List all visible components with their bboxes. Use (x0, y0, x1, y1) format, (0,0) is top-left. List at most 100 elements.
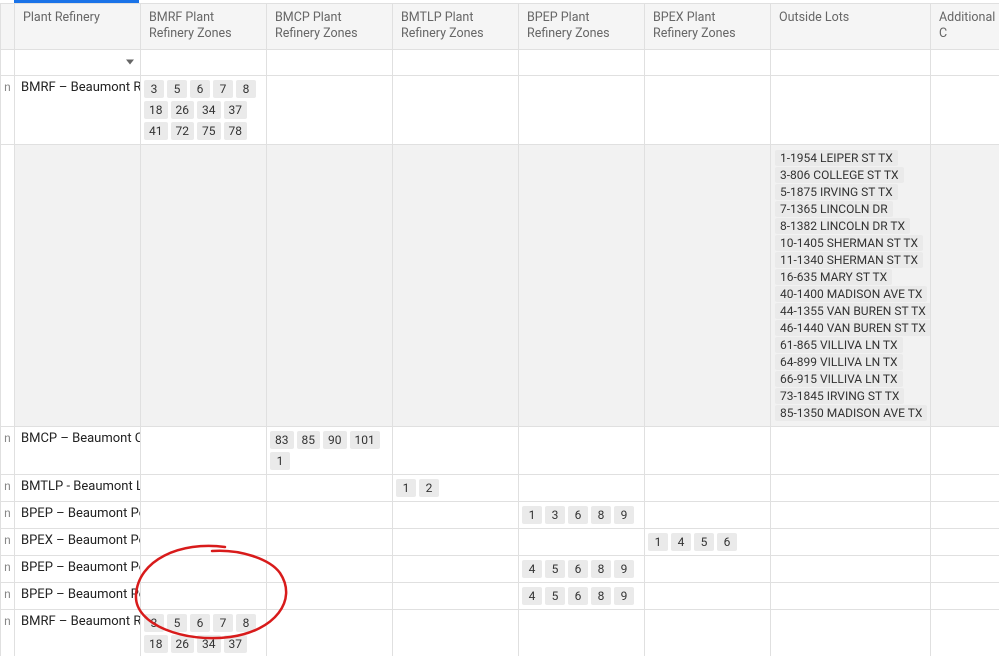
header-bmrf[interactable]: BMRF Plant Refinery Zones (141, 4, 267, 50)
cell-additional[interactable] (931, 75, 999, 144)
cell-outside-lots[interactable] (771, 528, 931, 555)
zone-chip[interactable]: 4 (671, 533, 691, 551)
zone-chip[interactable]: 5 (545, 560, 565, 578)
cell-bpep[interactable] (519, 474, 645, 501)
cell-bmtlp[interactable] (393, 501, 519, 528)
cell-additional[interactable] (931, 609, 999, 656)
header-bpex[interactable]: BPEX Plant Refinery Zones (645, 4, 771, 50)
lot-chip[interactable]: 16-635 MARY ST TX (775, 269, 892, 285)
cell-bmcp[interactable] (267, 609, 393, 656)
cell-bmrf[interactable] (141, 528, 267, 555)
cell-bmcp[interactable] (267, 144, 393, 426)
filter-bmcp[interactable] (267, 49, 393, 75)
zone-chip[interactable]: 8 (236, 614, 256, 632)
cell-outside-lots[interactable] (771, 582, 931, 609)
zone-chip[interactable]: 41 (144, 122, 168, 140)
zone-chip[interactable]: 1 (396, 479, 416, 497)
cell-additional[interactable] (931, 582, 999, 609)
zone-chip[interactable]: 90 (323, 431, 347, 449)
zone-chip[interactable]: 37 (224, 635, 248, 653)
lot-chip[interactable]: 10-1405 SHERMAN ST TX (775, 235, 923, 251)
zone-chip[interactable]: 101 (350, 431, 380, 449)
zone-chip[interactable]: 3 (144, 80, 164, 98)
zone-chip[interactable]: 4 (522, 587, 542, 605)
zone-chip[interactable]: 5 (545, 587, 565, 605)
plant-cell[interactable]: BMCP – Beaumont Che (15, 426, 141, 474)
zone-chip[interactable]: 5 (167, 80, 187, 98)
cell-bmcp[interactable] (267, 582, 393, 609)
cell-bmrf[interactable] (141, 426, 267, 474)
cell-bpep[interactable] (519, 609, 645, 656)
cell-bmrf[interactable] (141, 555, 267, 582)
cell-outside-lots[interactable] (771, 474, 931, 501)
cell-bpep[interactable] (519, 426, 645, 474)
zone-chip[interactable]: 18 (144, 635, 168, 653)
cell-bmcp[interactable] (267, 75, 393, 144)
zone-chip[interactable]: 26 (171, 101, 195, 119)
cell-bpep[interactable] (519, 144, 645, 426)
lot-chip[interactable]: 5-1875 IRVING ST TX (775, 184, 898, 200)
cell-bmtlp[interactable] (393, 75, 519, 144)
zone-chip[interactable]: 78 (224, 122, 248, 140)
cell-bmrf[interactable] (141, 501, 267, 528)
cell-bpex[interactable] (645, 501, 771, 528)
plant-cell[interactable]: BPEX – Beaumont Poly (15, 528, 141, 555)
cell-additional[interactable] (931, 528, 999, 555)
zone-chip[interactable]: 1 (522, 506, 542, 524)
zone-chip[interactable]: 3 (545, 506, 565, 524)
lot-chip[interactable]: 46-1440 VAN BUREN ST TX (775, 320, 931, 336)
zone-chip[interactable]: 9 (614, 587, 634, 605)
cell-bpex[interactable] (645, 582, 771, 609)
cell-bmcp[interactable] (267, 528, 393, 555)
zone-chip[interactable]: 8 (591, 587, 611, 605)
filter-bpex[interactable] (645, 49, 771, 75)
cell-bmrf[interactable]: 356781826343741727578949596 (141, 609, 267, 656)
plant-cell[interactable]: BMRF – Beaumont Ref (15, 609, 141, 656)
cell-outside-lots[interactable] (771, 609, 931, 656)
header-bmtlp[interactable]: BMTLP Plant Refinery Zones (393, 4, 519, 50)
zone-chip[interactable]: 8 (236, 80, 256, 98)
cell-bpep[interactable]: 45689 (519, 582, 645, 609)
header-bpep[interactable]: BPEP Plant Refinery Zones (519, 4, 645, 50)
zone-chip[interactable]: 34 (197, 635, 221, 653)
cell-bpep[interactable] (519, 528, 645, 555)
lot-chip[interactable]: 73-1845 IRVING ST TX (775, 388, 904, 404)
header-outside[interactable]: Outside Lots (771, 4, 931, 50)
lot-chip[interactable]: 61-865 VILLIVA LN TX (775, 337, 903, 353)
plant-filter-cell[interactable] (15, 49, 141, 75)
cell-bpex[interactable] (645, 609, 771, 656)
cell-bmtlp[interactable] (393, 582, 519, 609)
cell-bpep[interactable]: 13689 (519, 501, 645, 528)
cell-additional[interactable] (931, 501, 999, 528)
cell-outside-lots[interactable] (771, 75, 931, 144)
zone-chip[interactable]: 6 (568, 560, 588, 578)
zone-chip[interactable]: 9 (614, 560, 634, 578)
cell-bpex[interactable] (645, 555, 771, 582)
zone-chip[interactable]: 6 (717, 533, 737, 551)
zone-chip[interactable]: 4 (522, 560, 542, 578)
filter-bmtlp[interactable] (393, 49, 519, 75)
cell-outside-lots[interactable] (771, 426, 931, 474)
cell-bmtlp[interactable] (393, 609, 519, 656)
header-plant[interactable]: Plant Refinery (15, 4, 141, 50)
cell-outside-lots[interactable]: 1-1954 LEIPER ST TX3-806 COLLEGE ST TX5-… (771, 144, 931, 426)
cell-bpep[interactable] (519, 75, 645, 144)
lot-chip[interactable]: 85-1350 MADISON AVE TX (775, 405, 927, 421)
lot-chip[interactable]: 44-1355 VAN BUREN ST TX (775, 303, 931, 319)
plant-cell[interactable]: BMRF – Beaumont Ref (15, 75, 141, 144)
header-bmcp[interactable]: BMCP Plant Refinery Zones (267, 4, 393, 50)
zone-chip[interactable]: 7 (213, 80, 233, 98)
cell-bmtlp[interactable] (393, 426, 519, 474)
cell-bmtlp[interactable]: 12 (393, 474, 519, 501)
cell-bmcp[interactable] (267, 501, 393, 528)
zone-chip[interactable]: 83 (270, 431, 294, 449)
lot-chip[interactable]: 66-915 VILLIVA LN TX (775, 371, 903, 387)
cell-bpex[interactable]: 1456 (645, 528, 771, 555)
cell-additional[interactable] (931, 144, 999, 426)
filter-bpep[interactable] (519, 49, 645, 75)
cell-bmtlp[interactable] (393, 528, 519, 555)
cell-bmtlp[interactable] (393, 555, 519, 582)
cell-bmcp[interactable] (267, 555, 393, 582)
plant-cell[interactable]: BMTLP - Beaumont Lul (15, 474, 141, 501)
cell-outside-lots[interactable] (771, 555, 931, 582)
